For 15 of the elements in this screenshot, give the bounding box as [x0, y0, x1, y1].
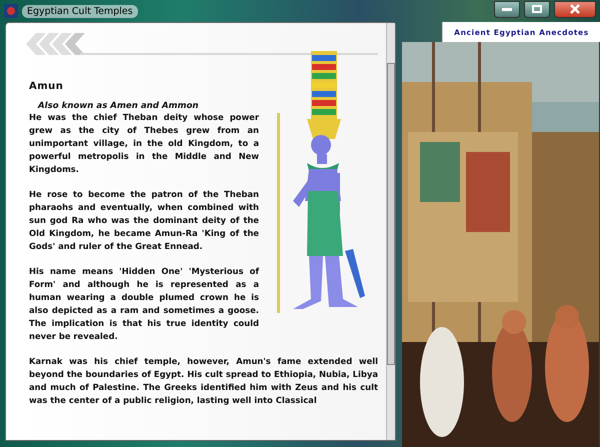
close-icon	[570, 4, 580, 14]
article-paragraph: He was the chief Theban deity whose power grew as the city of Thebes grew from an unimportant village, in the old Kingdom, to a powerful metropolis in the Middle and New Kingdoms.	[29, 111, 259, 176]
article-heading: Amun	[29, 81, 64, 92]
close-button[interactable]	[554, 0, 596, 18]
minimize-button[interactable]	[494, 0, 520, 18]
maximize-button[interactable]	[524, 0, 550, 18]
scrollbar[interactable]	[386, 23, 395, 440]
article-paragraph: Karnak was his chief temple, however, Amun's fame extended well beyond the boundaries of Egypt. His cult spread to Ethiopia, Nubia, Libya and much of Palestine. The Greeks identified him with Zeus and his cult was the center of a public religion, lasting well into Classical	[29, 355, 378, 407]
minimize-icon	[502, 8, 512, 10]
article-subtitle: Also known as Amen and Ammon	[38, 101, 200, 111]
window-title: Egyptian Cult Temples	[22, 4, 138, 18]
article-paragraph: He rose to become the patron of the Theban pharaohs and eventually, when combined with sun god Ra who was the dominant deity of the Old Kingdom, he became Amun-Ra 'King of the Gods' and ruler of the Great Ennead.	[29, 188, 259, 253]
app-icon	[4, 4, 18, 18]
maximize-icon	[532, 5, 542, 13]
article-paragraph: His name means 'Hidden One' 'Mysterious of Form' and although he is represented as a human wearing a double plumed crown he is also depicted as a ram and sometimes a goose. The implication is that his true identity could never be revealed.	[29, 265, 259, 343]
